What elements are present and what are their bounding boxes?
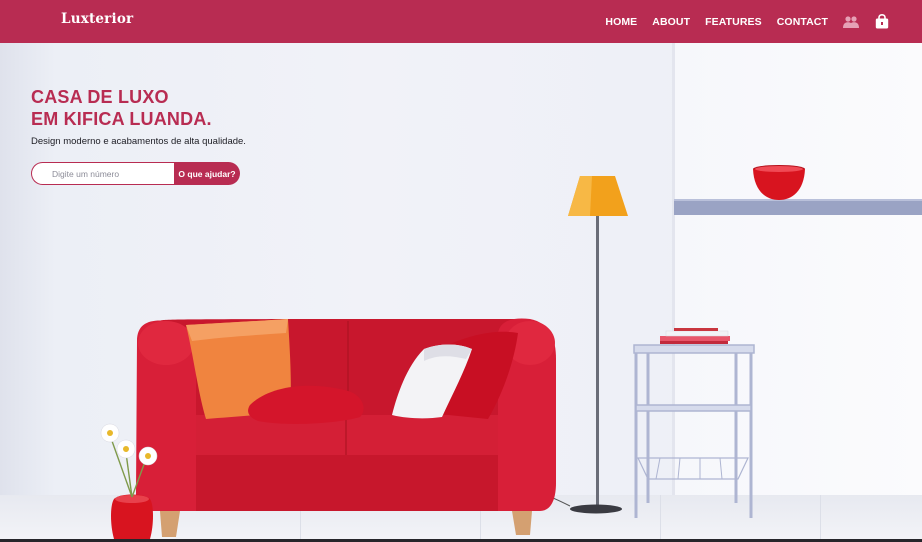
brand-logo[interactable]: Luxterior — [61, 11, 133, 27]
hero-title-line1: CASA DE LUXO — [31, 87, 169, 107]
nav-link-home[interactable]: HOME — [605, 16, 637, 28]
hero-section: CASA DE LUXO EM KIFICA LUANDA. Design mo… — [0, 43, 922, 542]
floor-lamp — [544, 176, 628, 514]
hero-title: CASA DE LUXO EM KIFICA LUANDA. — [31, 86, 246, 130]
hero-title-line2: EM KIFICA LUANDA. — [31, 109, 212, 129]
hero-content: CASA DE LUXO EM KIFICA LUANDA. Design mo… — [31, 86, 246, 185]
nav-link-contact[interactable]: CONTACT — [777, 16, 828, 28]
red-bowl — [753, 165, 805, 200]
side-table — [633, 344, 755, 518]
nav-link-features[interactable]: FEATURES — [705, 16, 762, 28]
search-button[interactable]: O que ajudar? — [174, 162, 240, 185]
books — [660, 328, 730, 344]
users-icon[interactable] — [842, 13, 860, 31]
hero-subtitle: Design moderno e acabamentos de alta qua… — [31, 136, 246, 147]
top-navbar: Luxterior HOME ABOUT FEATURES CONTACT — [0, 0, 922, 43]
shopping-bag-icon[interactable] — [873, 13, 891, 31]
nav-links-group: HOME ABOUT FEATURES CONTACT — [605, 16, 828, 28]
search-group: O que ajudar? — [31, 162, 246, 185]
main-nav: HOME ABOUT FEATURES CONTACT — [605, 0, 922, 43]
search-input[interactable] — [31, 162, 174, 185]
nav-link-about[interactable]: ABOUT — [652, 16, 690, 28]
